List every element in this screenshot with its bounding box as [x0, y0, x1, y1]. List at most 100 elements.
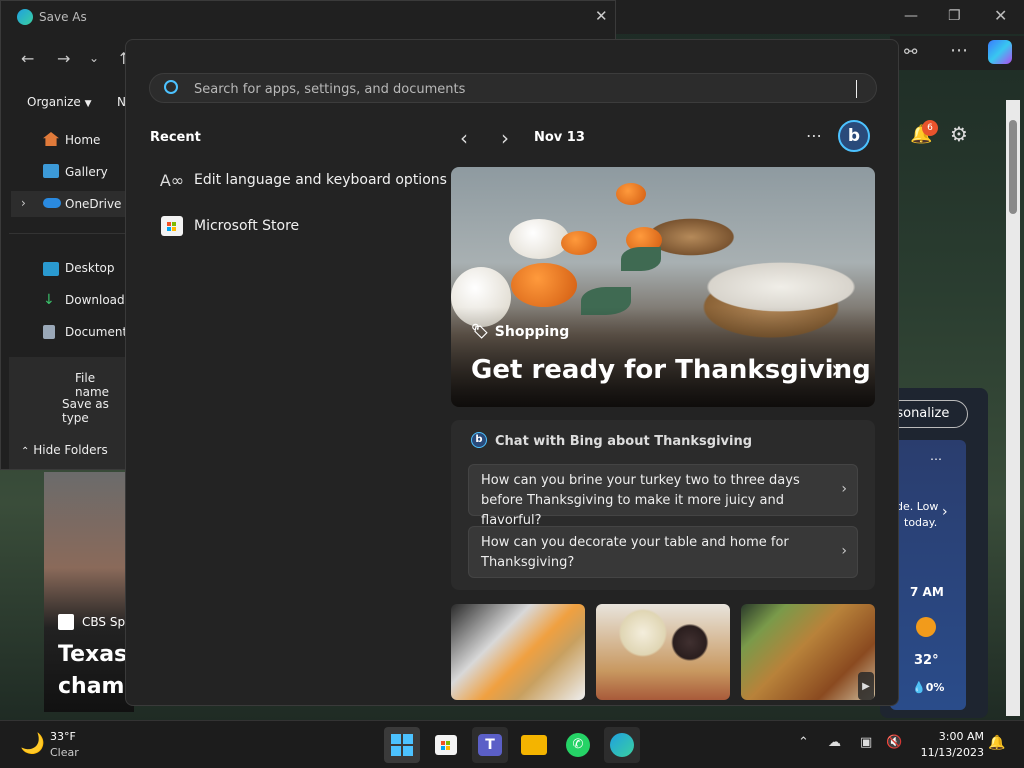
folder-icon — [521, 735, 547, 755]
close-icon[interactable]: ✕ — [595, 7, 608, 25]
taskbar-store[interactable] — [428, 727, 464, 763]
restore-icon[interactable]: ❐ — [948, 8, 961, 24]
divider — [9, 233, 127, 234]
cloud-offline-icon[interactable]: ☁ — [828, 735, 841, 750]
recent-item-store[interactable]: Microsoft Store — [160, 210, 299, 242]
dialog-bottom: File name Save as type ⌃ Hide Folders — [9, 357, 127, 469]
chat-title: Chat with Bing about Thanksgiving — [495, 434, 753, 449]
page-scrollbar[interactable] — [1006, 100, 1020, 716]
store-icon — [435, 735, 457, 755]
widgets-header-right: 🔔 6 ⚙ — [890, 114, 1024, 158]
taskbar-explorer[interactable] — [516, 727, 552, 763]
decor — [621, 247, 661, 271]
chevron-right-icon[interactable]: › — [831, 355, 841, 385]
recent-heading: Recent — [150, 130, 201, 145]
cbs-logo-icon — [58, 614, 74, 630]
hero-card[interactable]: 🏷 Shopping Get ready for Thanksgiving › — [451, 167, 875, 407]
dialog-title: Save As — [39, 10, 87, 24]
sidebar-item-label: OneDrive — [65, 197, 122, 211]
chevron-right-icon[interactable]: › — [21, 196, 26, 210]
chevron-down-icon[interactable]: ⌄ — [89, 51, 99, 65]
forecast-temp: 32° — [914, 653, 939, 668]
decor — [616, 183, 646, 205]
taskbar-time[interactable]: 3:00 AM — [924, 730, 984, 743]
chevron-up-icon[interactable]: ⌃ — [798, 735, 809, 750]
chat-question[interactable]: How can you brine your turkey two to thr… — [468, 464, 858, 528]
taskbar-whatsapp[interactable]: ✆ — [560, 727, 596, 763]
search-input[interactable] — [192, 79, 852, 99]
taskbar-date[interactable]: 11/13/2023 — [914, 746, 984, 759]
gear-icon[interactable]: ⚙ — [950, 122, 968, 146]
bing-icon[interactable]: b — [838, 120, 870, 152]
chat-question[interactable]: How can you decorate your table and home… — [468, 526, 858, 578]
dialog-titlebar: Save As ✕ — [1, 1, 617, 33]
copilot-icon[interactable] — [988, 40, 1012, 64]
thumbnail-card[interactable] — [451, 604, 585, 700]
hero-tag-label: Shopping — [494, 324, 570, 340]
chevron-right-icon[interactable]: › — [942, 504, 948, 520]
more-icon[interactable]: ⋯ — [950, 40, 968, 61]
taskbar-teams[interactable]: T — [472, 727, 508, 763]
start-button[interactable] — [384, 727, 420, 763]
bing-icon: b — [471, 432, 487, 448]
network-icon[interactable]: ▣ — [860, 735, 872, 750]
volume-mute-icon[interactable]: 🔇 — [886, 735, 902, 750]
sidebar-item-home[interactable]: Home — [65, 133, 100, 147]
gallery-icon — [43, 164, 59, 178]
scrollbar-thumb[interactable] — [1009, 120, 1017, 214]
decor — [509, 219, 569, 259]
share-icon[interactable]: ⚯ — [904, 42, 917, 61]
scroll-right-icon[interactable]: ▶ — [858, 672, 874, 700]
forecast-precip: 💧0% — [912, 681, 945, 694]
organize-label: Organize — [27, 95, 81, 109]
precip-value: 0% — [925, 681, 945, 694]
minimize-icon[interactable]: — — [904, 8, 918, 24]
sidebar-item-desktop[interactable]: Desktop — [65, 261, 115, 275]
edge-icon — [610, 733, 634, 757]
weather-text: today. — [904, 516, 938, 529]
notification-bell-icon[interactable]: 🔔 — [988, 735, 1005, 751]
browser-toolbar: ⚯ ⋯ — [890, 36, 1024, 70]
home-icon — [43, 132, 59, 146]
sidebar-item-gallery[interactable]: Gallery — [65, 165, 108, 179]
thumbnail-card[interactable] — [741, 604, 875, 700]
taskbar: 🌙 33°F Clear T ✆ ⌃ ☁ ▣ 🔇 3:00 AM 11/13/2… — [0, 720, 1024, 768]
search-flyout: Recent A∞ Edit language and keyboard opt… — [125, 39, 899, 706]
forecast-hour: 7 AM — [910, 585, 944, 599]
store-icon — [160, 214, 184, 238]
organize-button[interactable]: Organize ▼ — [27, 95, 92, 109]
text-caret — [856, 80, 857, 98]
news-card[interactable]: CBS Spo Texas champ — [44, 472, 140, 712]
hide-folders-button[interactable]: ⌃ Hide Folders — [21, 443, 108, 457]
taskbar-weather-desc[interactable]: Clear — [50, 746, 79, 759]
file-name-label: File name — [75, 371, 110, 399]
question-text: How can you brine your turkey two to thr… — [481, 473, 800, 528]
taskbar-weather-temp[interactable]: 33°F — [50, 730, 76, 743]
forward-arrow-icon[interactable]: → — [57, 49, 70, 68]
download-icon: ↓ — [43, 292, 55, 308]
sidebar-item-downloads[interactable]: Downloads — [65, 293, 131, 307]
edge-icon — [17, 9, 33, 25]
documents-icon — [43, 325, 55, 339]
decor — [511, 263, 577, 307]
chevron-up-icon: ⌃ — [21, 446, 30, 457]
bing-chat-card: b Chat with Bing about Thanksgiving How … — [451, 420, 875, 590]
thumbnail-card[interactable] — [596, 604, 730, 700]
sidebar-item-documents[interactable]: Documents — [65, 325, 133, 339]
back-arrow-icon[interactable]: ← — [21, 49, 34, 68]
language-icon: A∞ — [159, 170, 185, 190]
recent-item-label: Microsoft Store — [194, 218, 300, 234]
taskbar-edge[interactable] — [604, 727, 640, 763]
more-icon[interactable]: ⋯ — [806, 126, 822, 145]
folder-sidebar: Home Gallery › OneDrive Desktop ↓ Downlo… — [9, 117, 133, 357]
more-icon[interactable]: ⋯ — [930, 452, 942, 466]
close-icon[interactable]: ✕ — [994, 6, 1007, 25]
chevron-right-icon: › — [841, 543, 847, 559]
search-box[interactable] — [149, 73, 877, 103]
sidebar-item-onedrive[interactable]: › OneDrive — [11, 191, 127, 217]
recent-item-language[interactable]: A∞ Edit language and keyboard options — [160, 164, 447, 196]
chevron-right-icon[interactable]: › — [501, 126, 509, 150]
weather-card[interactable]: ⋯ de. Low today. › 7 AM 32° 💧0% — [890, 440, 966, 710]
moon-icon: 🌙 — [20, 731, 45, 755]
chevron-left-icon[interactable]: ‹ — [460, 126, 468, 150]
